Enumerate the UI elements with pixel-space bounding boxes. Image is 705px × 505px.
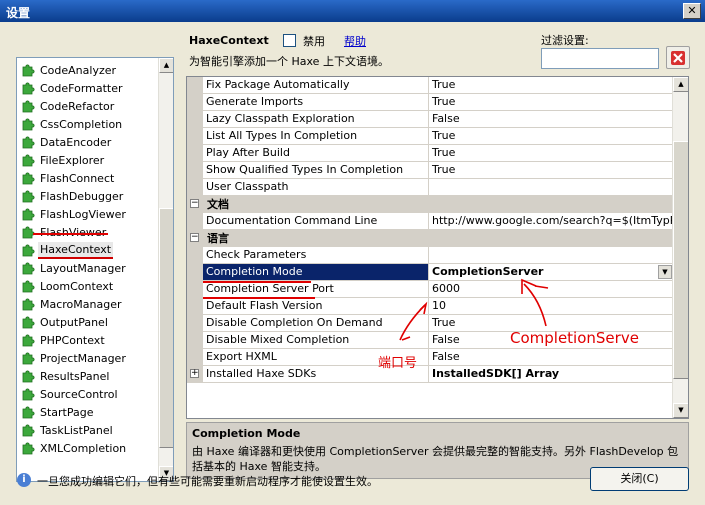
footer-message: 一旦您成功编辑它们，但有些可能需要重新启动程序才能使设置生效。 <box>37 475 378 488</box>
info-icon: i <box>17 473 31 487</box>
mode-arrow <box>523 283 547 327</box>
settings-window: CodeAnalyzer CodeFormatter CodeRefactor Css… <box>0 22 705 505</box>
window-close-button[interactable]: ✕ <box>683 3 701 19</box>
title-bar: 设置 ✕ <box>0 0 705 22</box>
annotation-port-label: 端口号 <box>378 356 418 371</box>
mode-arrowhead-icon <box>521 278 537 294</box>
port-arrowhead-icon <box>419 301 428 315</box>
port-arrow-tail <box>401 336 411 341</box>
port-arrow <box>399 304 426 341</box>
annotation-mode-label: CompletionServe <box>510 329 639 347</box>
window-title: 设置 <box>6 6 31 20</box>
close-button[interactable]: 关闭(C) <box>590 467 689 491</box>
description-title: Completion Mode <box>192 427 301 440</box>
mode-arrow-tail <box>534 285 549 289</box>
